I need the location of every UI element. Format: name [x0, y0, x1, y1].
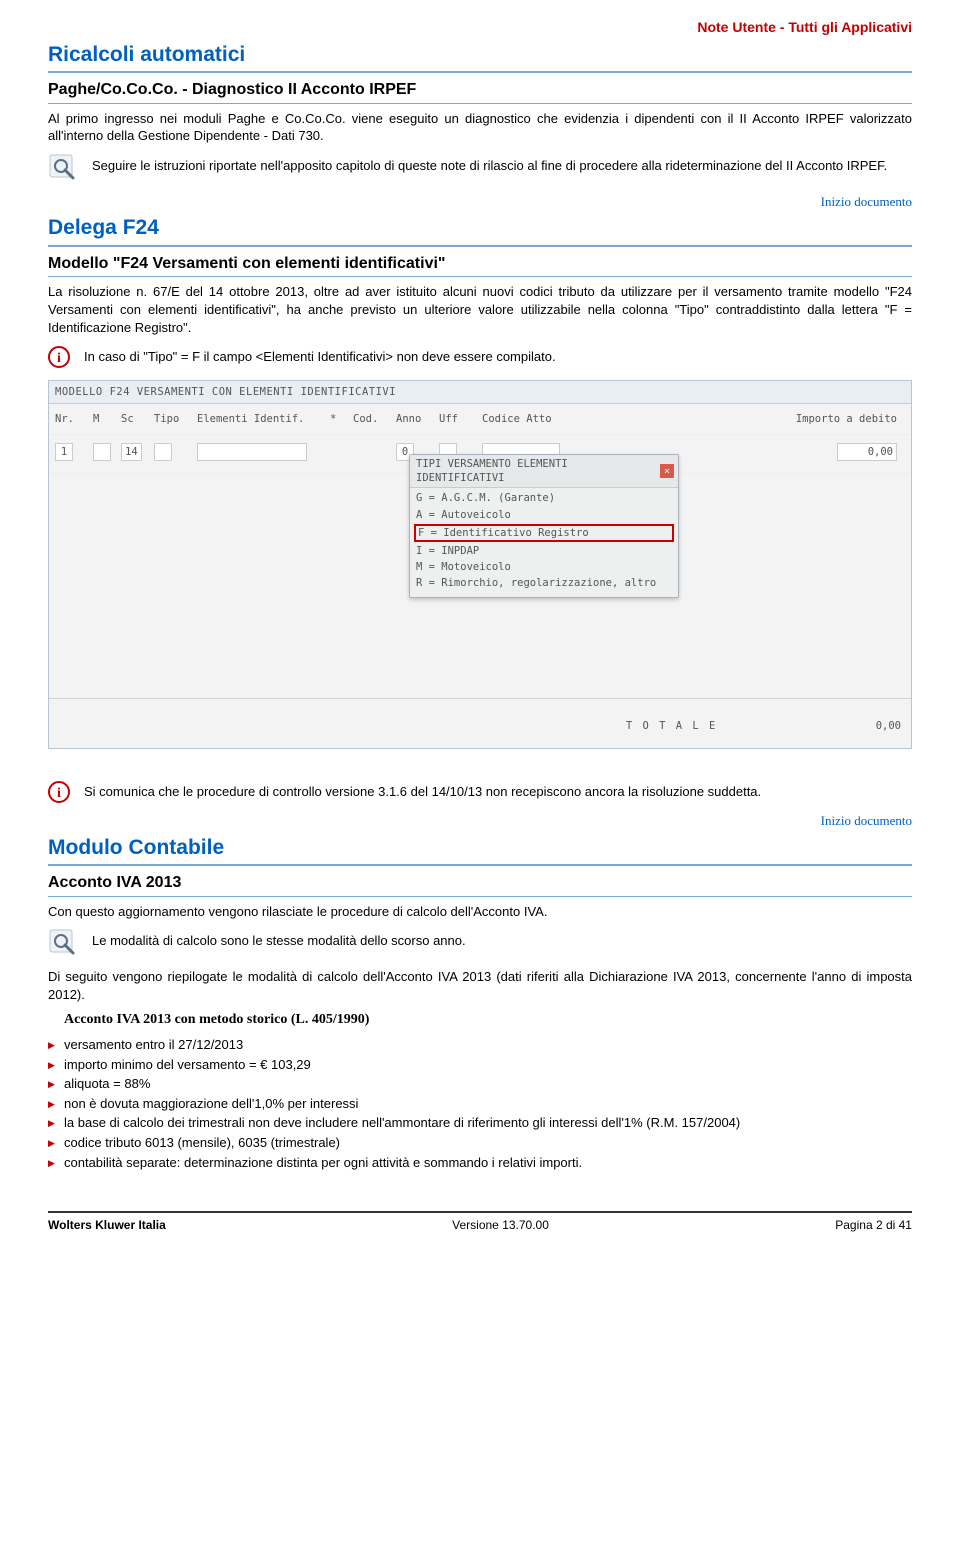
section-ricalcoli-title: Ricalcoli automatici — [48, 41, 912, 73]
bullet-1: versamento entro il 27/12/2013 — [64, 1036, 912, 1054]
bullet-2: importo minimo del versamento = € 103,29 — [64, 1056, 912, 1074]
close-icon[interactable]: × — [660, 464, 674, 478]
section-modulo-subtitle: Acconto IVA 2013 — [48, 872, 912, 897]
col-elementi: Elementi Identif. — [197, 412, 322, 426]
bullet-7: contabilità separate: determinazione dis… — [64, 1154, 912, 1172]
cell-m[interactable] — [93, 443, 111, 461]
modulo-p2: Di seguito vengono riepilogate le modali… — [48, 968, 912, 1003]
footer-right: Pagina 2 di 41 — [835, 1217, 912, 1233]
popup-item-a[interactable]: A = Autoveicolo — [416, 507, 672, 523]
info-icon: i — [48, 781, 72, 803]
popup-item-f[interactable]: F = Identificativo Registro — [414, 524, 674, 542]
total-value: 0,00 — [876, 720, 901, 732]
ricalcoli-paragraph: Al primo ingresso nei moduli Paghe e Co.… — [48, 110, 912, 145]
col-tipo: Tipo — [154, 412, 189, 426]
magnifier-icon — [48, 928, 80, 960]
acconto-subheading: Acconto IVA 2013 con metodo storico (L. … — [64, 1011, 912, 1030]
col-cod: Cod. — [353, 412, 388, 426]
svg-text:i: i — [57, 351, 61, 366]
page-footer: Wolters Kluwer Italia Versione 13.70.00 … — [48, 1213, 912, 1233]
bullet-4: non è dovuta maggiorazione dell'1,0% per… — [64, 1095, 912, 1113]
svg-text:i: i — [57, 786, 61, 801]
col-codice-atto: Codice Atto — [482, 412, 572, 426]
cell-elementi[interactable] — [197, 443, 307, 461]
cell-sc[interactable]: 14 — [121, 443, 142, 461]
cell-nr[interactable]: 1 — [55, 443, 73, 461]
magnifier-icon — [48, 153, 80, 185]
col-importo: Importo a debito — [580, 412, 905, 426]
col-nr: Nr. — [55, 412, 85, 426]
col-sc: Sc — [121, 412, 146, 426]
bullet-3: aliquota = 88% — [64, 1075, 912, 1093]
popup-item-m[interactable]: M = Motoveicolo — [416, 559, 672, 575]
modulo-note: Le modalità di calcolo sono le stesse mo… — [92, 932, 912, 950]
tipo-popup: TIPI VERSAMENTO ELEMENTI IDENTIFICATIVI … — [409, 454, 679, 598]
footer-center: Versione 13.70.00 — [452, 1217, 549, 1233]
bullet-5: la base di calcolo dei trimestrali non d… — [64, 1114, 912, 1132]
popup-title-text: TIPI VERSAMENTO ELEMENTI IDENTIFICATIVI — [416, 457, 660, 485]
section-delega-title: Delega F24 — [48, 214, 912, 246]
f24-header-row: Nr. M Sc Tipo Elementi Identif. * Cod. A… — [49, 404, 911, 435]
header-note: Note Utente - Tutti gli Applicativi — [48, 18, 912, 37]
delega-paragraph: La risoluzione n. 67/E del 14 ottobre 20… — [48, 283, 912, 336]
col-anno: Anno — [396, 412, 431, 426]
popup-item-i[interactable]: I = INPDAP — [416, 543, 672, 559]
col-uff: Uff — [439, 412, 474, 426]
f24-panel-title: MODELLO F24 VERSAMENTI CON ELEMENTI IDEN… — [49, 381, 911, 404]
footer-left: Wolters Kluwer Italia — [48, 1217, 166, 1233]
section-delega-subtitle: Modello "F24 Versamenti con elementi ide… — [48, 253, 912, 278]
modulo-p1: Con questo aggiornamento vengono rilasci… — [48, 903, 912, 921]
popup-item-g[interactable]: G = A.G.C.M. (Garante) — [416, 490, 672, 506]
cell-tipo[interactable] — [154, 443, 172, 461]
ricalcoli-note: Seguire le istruzioni riportate nell'app… — [92, 157, 912, 175]
total-label: T O T A L E — [626, 720, 718, 732]
cell-importo[interactable]: 0,00 — [837, 443, 897, 461]
info-icon: i — [48, 346, 72, 368]
inizio-link-1[interactable]: Inizio documento — [48, 193, 912, 211]
bullet-6: codice tributo 6013 (mensile), 6035 (tri… — [64, 1134, 912, 1152]
delega-info-note: In caso di "Tipo" = F il campo <Elementi… — [84, 348, 912, 366]
inizio-link-2[interactable]: Inizio documento — [48, 812, 912, 830]
section-modulo-title: Modulo Contabile — [48, 834, 912, 866]
version-note: Si comunica che le procedure di controll… — [84, 783, 912, 801]
section-ricalcoli-subtitle: Paghe/Co.Co.Co. - Diagnostico II Acconto… — [48, 79, 912, 104]
col-star: * — [330, 412, 345, 426]
f24-screenshot: MODELLO F24 VERSAMENTI CON ELEMENTI IDEN… — [48, 380, 912, 749]
col-m: M — [93, 412, 113, 426]
bullet-list: versamento entro il 27/12/2013 importo m… — [64, 1036, 912, 1171]
popup-item-r[interactable]: R = Rimorchio, regolarizzazione, altro — [416, 575, 672, 591]
